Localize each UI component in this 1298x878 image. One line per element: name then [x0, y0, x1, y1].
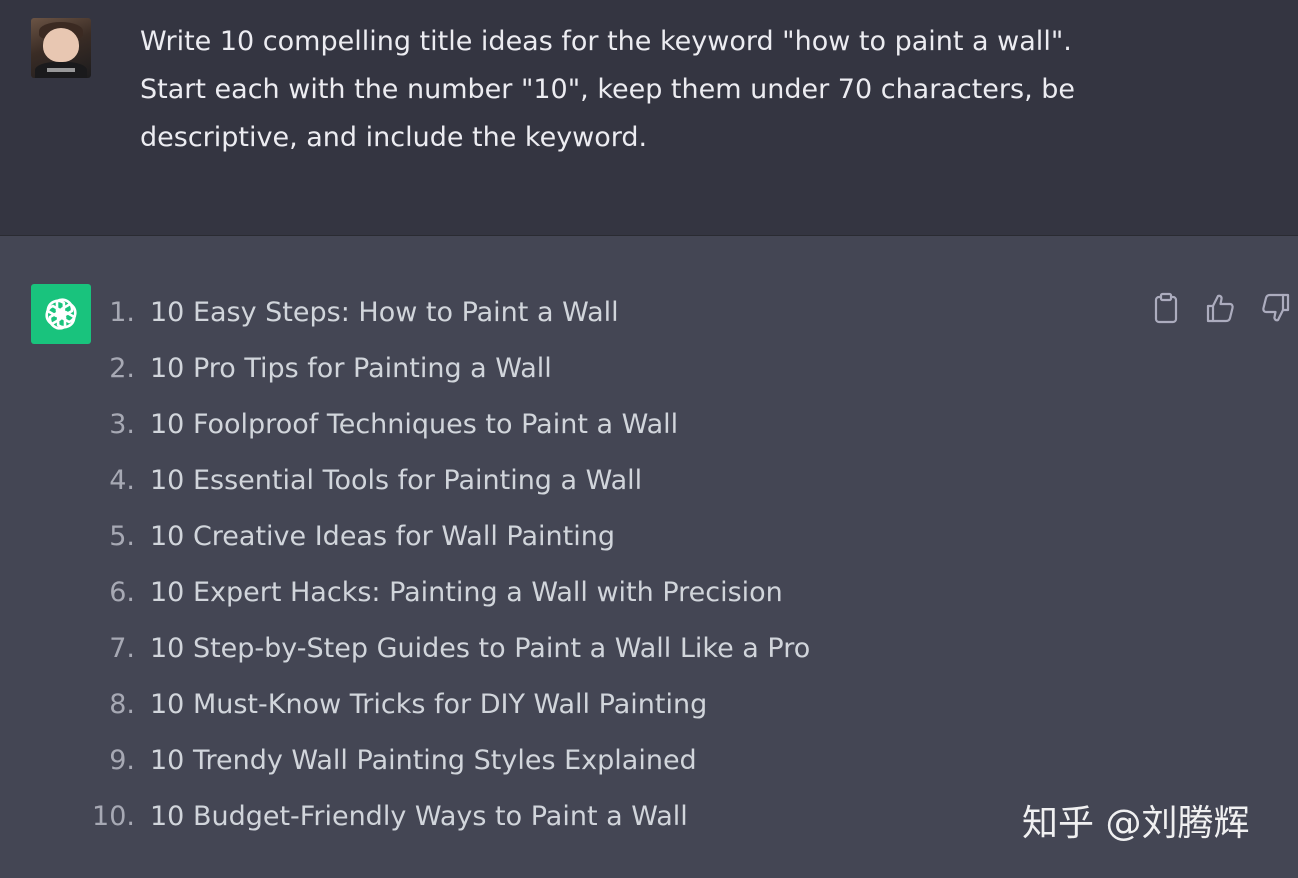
list-item-text: 10 Must-Know Tricks for DIY Wall Paintin… — [150, 689, 708, 720]
list-item-number: 4. — [109, 465, 135, 496]
list-item-text: 10 Foolproof Techniques to Paint a Wall — [150, 409, 679, 440]
thumbs-up-icon — [1206, 294, 1234, 323]
thumbs-up-button[interactable] — [1202, 290, 1238, 326]
list-item-number: 8. — [109, 689, 135, 720]
user-message-text: Write 10 compelling title ideas for the … — [140, 26, 1075, 153]
list-item-text: 10 Pro Tips for Painting a Wall — [150, 353, 552, 384]
list-item-number: 2. — [109, 353, 135, 384]
list-item-text: 10 Creative Ideas for Wall Painting — [150, 521, 615, 552]
message-actions — [1148, 290, 1298, 330]
list-item-text: 10 Trendy Wall Painting Styles Explained — [150, 745, 697, 776]
list-item-text: 10 Expert Hacks: Painting a Wall with Pr… — [150, 577, 783, 608]
avatar-shirt-print — [47, 68, 75, 72]
clipboard-icon — [1154, 292, 1178, 324]
list-item-number: 1. — [109, 297, 135, 328]
list-item-number: 3. — [109, 409, 135, 440]
list-item-text: 10 Step-by-Step Guides to Paint a Wall L… — [150, 633, 811, 664]
copy-button[interactable] — [1148, 290, 1184, 326]
list-item-number: 5. — [109, 521, 135, 552]
list-item-number: 7. — [109, 633, 135, 664]
user-avatar — [31, 18, 91, 78]
list-item-number: 6. — [109, 577, 135, 608]
avatar-face — [43, 28, 79, 62]
user-message-row: Write 10 compelling title ideas for the … — [0, 0, 1298, 236]
list-item-text: 10 Essential Tools for Painting a Wall — [150, 465, 643, 496]
list-item-number: 10. — [92, 801, 135, 832]
watermark: 知乎 @刘腾辉 — [1022, 803, 1250, 844]
list-item-number: 9. — [109, 745, 135, 776]
list-item-text: 10 Budget-Friendly Ways to Paint a Wall — [150, 801, 688, 832]
thumbs-down-button[interactable] — [1258, 290, 1294, 326]
list-item-text: 10 Easy Steps: How to Paint a Wall — [150, 297, 619, 328]
thumbs-down-icon — [1262, 293, 1290, 322]
